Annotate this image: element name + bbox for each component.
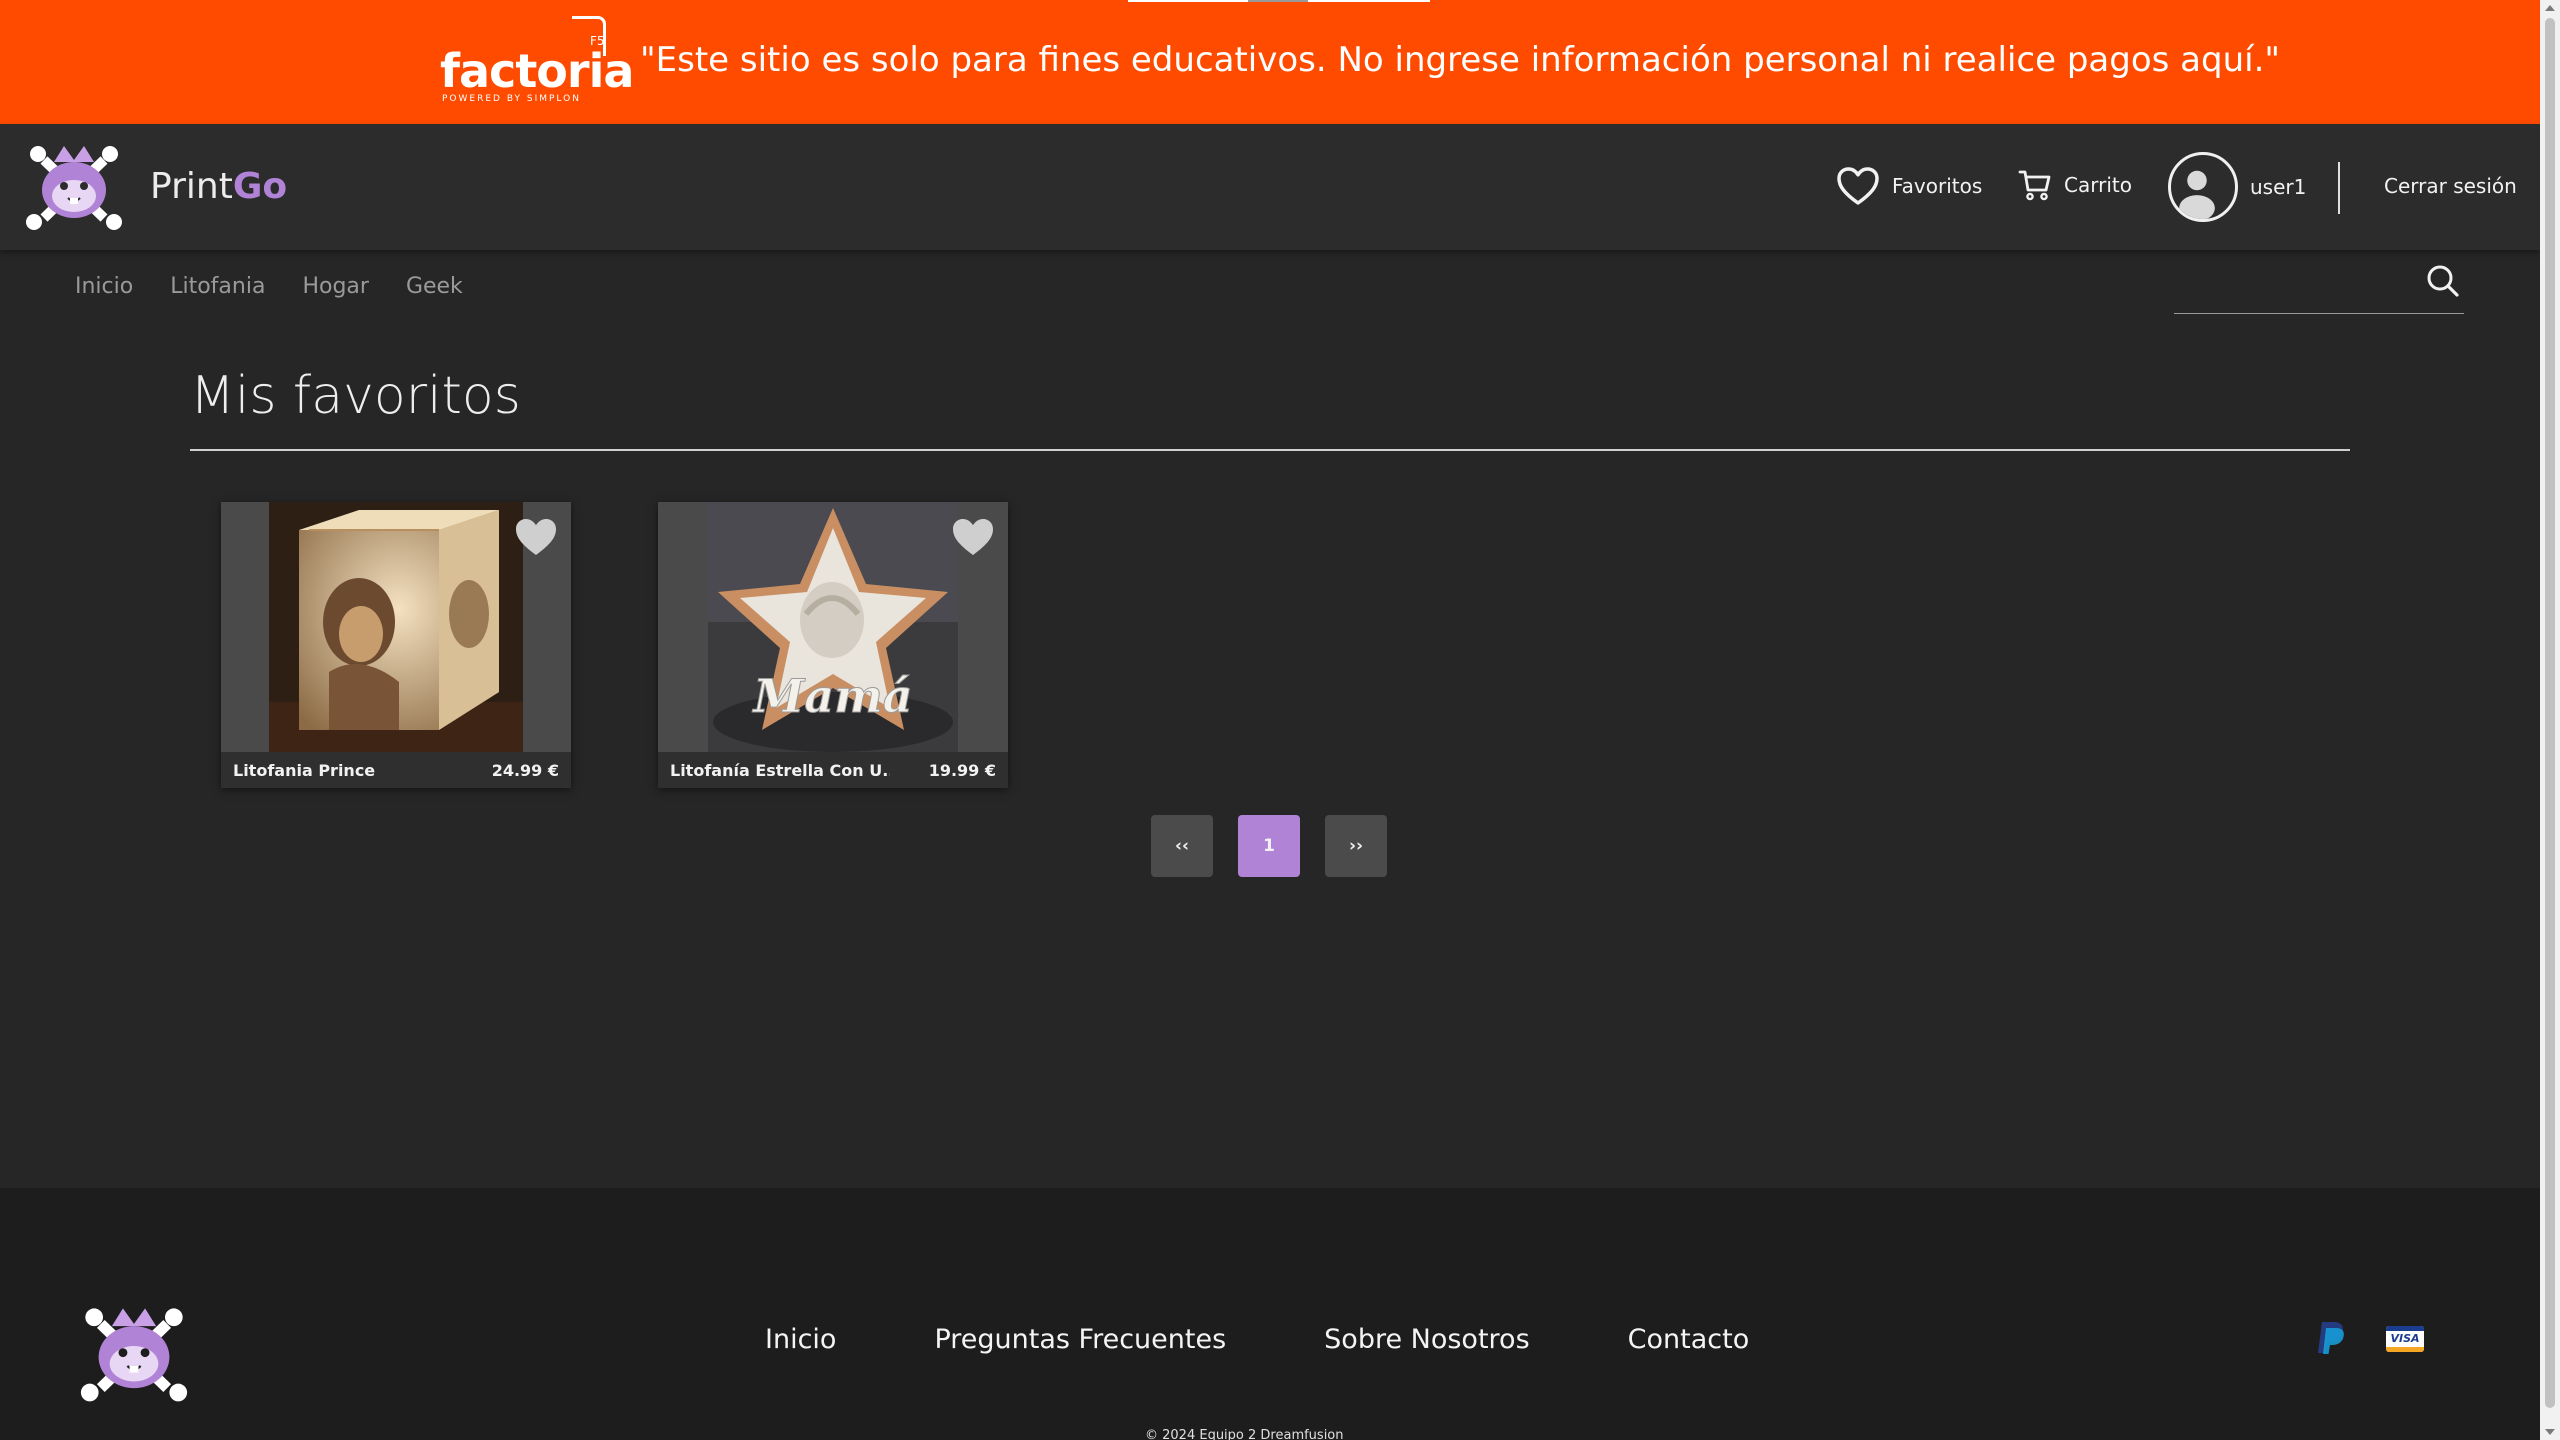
educational-banner: F5 factoria POWERED BY SIMPLON "Este sit… (0, 0, 2540, 124)
visa-icon: VISA (2386, 1326, 2424, 1352)
nav-item-inicio[interactable]: Inicio (75, 274, 133, 299)
logout-button[interactable]: Cerrar sesión (2384, 174, 2517, 198)
pagination-page-button[interactable]: 1 (1238, 815, 1300, 877)
search-input[interactable] (2174, 266, 2414, 306)
heart-icon (516, 519, 556, 555)
product-image-lithophane-star[interactable]: Mamá (708, 502, 958, 752)
factoria-logo: F5 factoria POWERED BY SIMPLON (438, 14, 634, 108)
nav-item-litofania[interactable]: Litofania (170, 274, 265, 299)
page-title: Mis favoritos (190, 366, 521, 426)
product-info: Litofanía Estrella Con U... 19.99 € (658, 752, 1008, 788)
favorite-toggle[interactable] (513, 516, 559, 562)
factoria-subtitle: POWERED BY SIMPLON (442, 94, 581, 104)
nav-item-geek[interactable]: Geek (406, 274, 463, 299)
user-menu[interactable]: user1 (2168, 152, 2306, 222)
cart-icon (2018, 170, 2051, 201)
category-nav: Inicio Litofania Hogar Geek (75, 274, 463, 299)
scroll-down-arrow-icon[interactable] (2545, 1429, 2555, 1435)
paypal-icon (2316, 1320, 2346, 1360)
factoria-wordmark: factoria (440, 44, 634, 98)
favorite-toggle[interactable] (950, 516, 996, 562)
favorites-label: Favoritos (1892, 174, 1983, 198)
banner-notice: "Este sitio es solo para fines educativo… (640, 40, 2281, 80)
header-divider (2338, 162, 2340, 214)
username-label: user1 (2250, 175, 2307, 199)
brand-name-suffix: Go (232, 166, 288, 207)
page-scrollbar[interactable] (2540, 0, 2560, 1440)
copyright-text: © 2024 Equipo 2 Dreamfusion (1145, 1428, 1344, 1440)
footer-mascot-logo[interactable] (78, 1304, 190, 1408)
favorites-link[interactable]: Favoritos (1836, 166, 1982, 206)
scrollbar-thumb[interactable] (2545, 18, 2555, 1408)
product-card[interactable]: Mamá Litofanía Estrella Con U... 19.99 € (658, 502, 1008, 788)
product-price: 24.99 € (491, 760, 559, 780)
footer-link-inicio[interactable]: Inicio (765, 1324, 836, 1355)
cart-label: Carrito (2064, 173, 2132, 197)
svg-text:Mamá: Mamá (751, 669, 912, 723)
pagination-prev-button[interactable]: ‹‹ (1151, 815, 1213, 877)
user-avatar-icon (2168, 152, 2238, 222)
heart-outline-icon (1837, 167, 1879, 205)
brand-name-prefix: Print (150, 166, 233, 207)
site-header: PrintGo Favoritos Carrito user1 Cerrar s… (0, 124, 2540, 250)
search-icon[interactable] (2424, 262, 2462, 300)
cart-link[interactable]: Carrito (2018, 168, 2132, 202)
footer-link-faq[interactable]: Preguntas Frecuentes (934, 1324, 1226, 1355)
product-card[interactable]: Litofania Prince 24.99 € (221, 502, 571, 788)
product-price: 19.99 € (928, 760, 996, 780)
footer-link-contact[interactable]: Contacto (1628, 1324, 1750, 1355)
footer-nav: Inicio Preguntas Frecuentes Sobre Nosotr… (765, 1324, 1847, 1355)
banner-tab-indicator (1128, 0, 1430, 2)
printgo-mascot-logo[interactable] (24, 142, 124, 236)
site-footer: Inicio Preguntas Frecuentes Sobre Nosotr… (0, 1188, 2540, 1440)
product-image-lithophane-cube[interactable] (269, 502, 523, 752)
title-divider (190, 449, 2350, 451)
search-bar (2174, 258, 2464, 314)
product-name: Litofanía Estrella Con U... (670, 760, 890, 780)
footer-link-about[interactable]: Sobre Nosotros (1324, 1324, 1529, 1355)
brand-name[interactable]: PrintGo (150, 166, 287, 207)
visa-text: VISA (2390, 1332, 2420, 1345)
heart-icon (953, 519, 993, 555)
nav-item-hogar[interactable]: Hogar (302, 274, 369, 299)
scroll-up-arrow-icon[interactable] (2545, 5, 2555, 11)
pagination-next-button[interactable]: ›› (1325, 815, 1387, 877)
product-name: Litofania Prince (233, 760, 376, 780)
product-info: Litofania Prince 24.99 € (221, 752, 571, 788)
